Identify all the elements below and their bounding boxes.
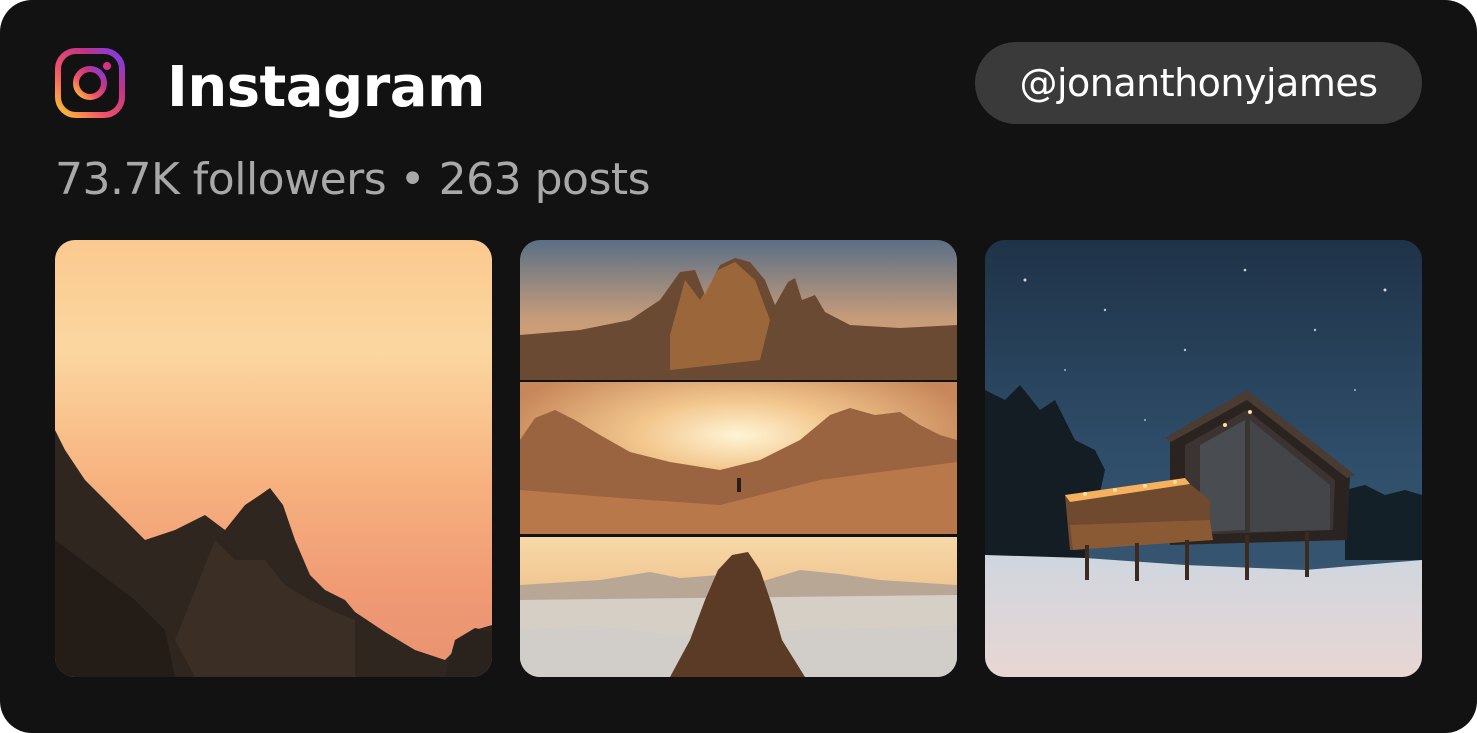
followers-count: 73.7K followers [55, 154, 387, 205]
stats-separator: • [399, 154, 426, 205]
photo-dolomites-collage[interactable] [520, 240, 957, 677]
app-title: Instagram [167, 55, 485, 120]
posts-count: 263 posts [438, 154, 651, 205]
instagram-widget: Instagram @jonanthonyjames 73.7K followe… [0, 0, 1477, 733]
photo-sunset-rocky-coast[interactable] [55, 240, 492, 677]
instagram-logo-icon[interactable] [55, 48, 125, 118]
profile-stats: 73.7K followers • 263 posts [55, 152, 651, 208]
profile-handle-button[interactable]: @jonanthonyjames [975, 42, 1422, 124]
photo-cabin-night-snow[interactable] [985, 240, 1422, 677]
